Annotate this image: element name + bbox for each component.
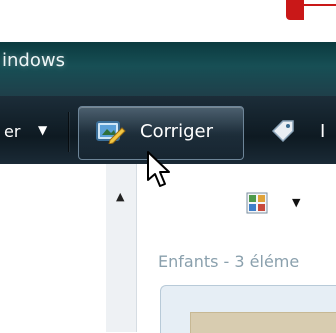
red-line-decoration: [300, 4, 336, 6]
command-separator: [68, 112, 69, 152]
corriger-button-label: Corriger: [140, 121, 213, 142]
children-count-label: Enfants - 3 éléme: [158, 252, 300, 271]
edit-picture-icon: [96, 121, 126, 144]
chevron-down-icon[interactable]: ▼: [38, 123, 47, 137]
mouse-pointer-icon: [147, 151, 170, 187]
red-accent-decoration: [286, 0, 304, 20]
file-thumbnail: [190, 312, 336, 333]
command-bar-next-button-label[interactable]: I: [320, 121, 325, 142]
tag-icon[interactable]: [270, 118, 296, 144]
view-options-icon[interactable]: [246, 192, 268, 214]
navigation-pane[interactable]: [0, 164, 107, 332]
scroll-up-arrow-icon[interactable]: ▲: [116, 190, 124, 203]
window-title: indows: [2, 50, 65, 71]
view-dropdown-arrow-icon[interactable]: ▼: [292, 196, 300, 209]
command-bar-partial-button-label[interactable]: er: [4, 122, 20, 141]
